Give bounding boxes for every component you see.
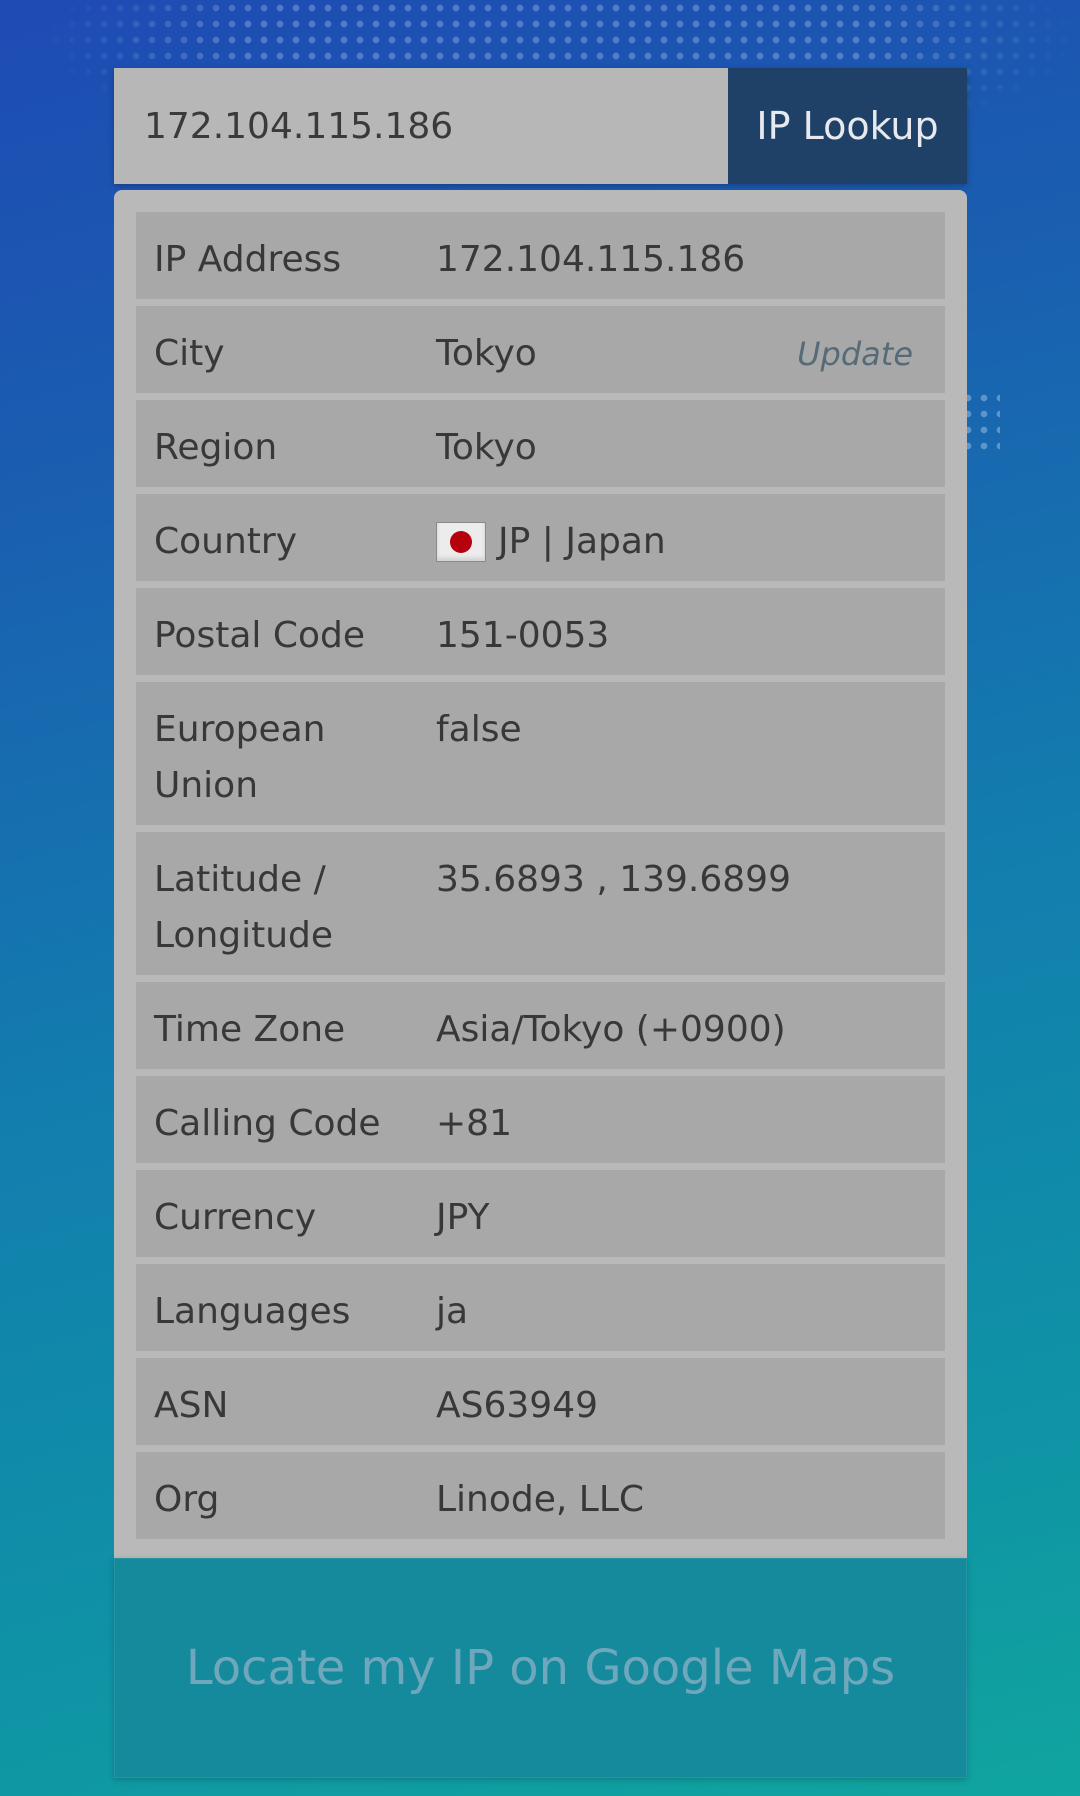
- ip-details-card: IP Address 172.104.115.186 City Tokyo Up…: [114, 190, 967, 1558]
- row-label: Languages: [154, 1291, 351, 1332]
- row-value: +81: [436, 1103, 512, 1144]
- row-latitude-longitude: Latitude / Longitude 35.6893 , 139.6899: [136, 832, 945, 975]
- row-city: City Tokyo Update: [136, 306, 945, 393]
- row-value: Linode, LLC: [436, 1479, 645, 1520]
- row-value: 35.6893 , 139.6899: [436, 859, 791, 900]
- row-postal-code: Postal Code 151-0053: [136, 588, 945, 675]
- row-label: Time Zone: [154, 1009, 346, 1050]
- row-languages: Languages ja: [136, 1264, 945, 1351]
- row-label: European Union: [154, 709, 326, 806]
- row-label: ASN: [154, 1385, 229, 1426]
- update-city-link[interactable]: Update: [797, 326, 913, 382]
- ip-search-bar: IP Lookup: [114, 68, 967, 184]
- row-asn: ASN AS63949: [136, 1358, 945, 1445]
- row-label: IP Address: [154, 239, 342, 280]
- row-ip-address: IP Address 172.104.115.186: [136, 212, 945, 299]
- row-value: false: [436, 709, 522, 750]
- row-label: Currency: [154, 1197, 317, 1238]
- row-currency: Currency JPY: [136, 1170, 945, 1257]
- row-label: City: [154, 333, 225, 374]
- japan-flag-icon: [436, 522, 486, 562]
- row-value: 172.104.115.186: [436, 239, 746, 280]
- row-label: Calling Code: [154, 1103, 381, 1144]
- row-value: ja: [436, 1291, 469, 1332]
- row-value: JPY: [436, 1197, 490, 1238]
- row-label: Latitude / Longitude: [154, 859, 334, 956]
- row-value: 151-0053: [436, 615, 610, 656]
- row-value: Asia/Tokyo (+0900): [436, 1009, 786, 1050]
- row-value: Tokyo: [436, 427, 537, 468]
- row-label: Country: [154, 521, 298, 562]
- row-label: Postal Code: [154, 615, 365, 656]
- row-region: Region Tokyo: [136, 400, 945, 487]
- row-label: Org: [154, 1479, 220, 1520]
- row-value: Tokyo: [436, 333, 537, 374]
- row-label: Region: [154, 427, 278, 468]
- row-org: Org Linode, LLC: [136, 1452, 945, 1539]
- row-time-zone: Time Zone Asia/Tokyo (+0900): [136, 982, 945, 1069]
- ip-search-input[interactable]: [114, 68, 728, 184]
- locate-on-google-maps-button[interactable]: Locate my IP on Google Maps: [114, 1558, 967, 1778]
- row-calling-code: Calling Code +81: [136, 1076, 945, 1163]
- row-european-union: European Union false: [136, 682, 945, 825]
- ip-lookup-button[interactable]: IP Lookup: [728, 68, 967, 184]
- row-value: JP | Japan: [498, 521, 666, 562]
- row-value: AS63949: [436, 1385, 598, 1426]
- row-country: Country JP | Japan: [136, 494, 945, 581]
